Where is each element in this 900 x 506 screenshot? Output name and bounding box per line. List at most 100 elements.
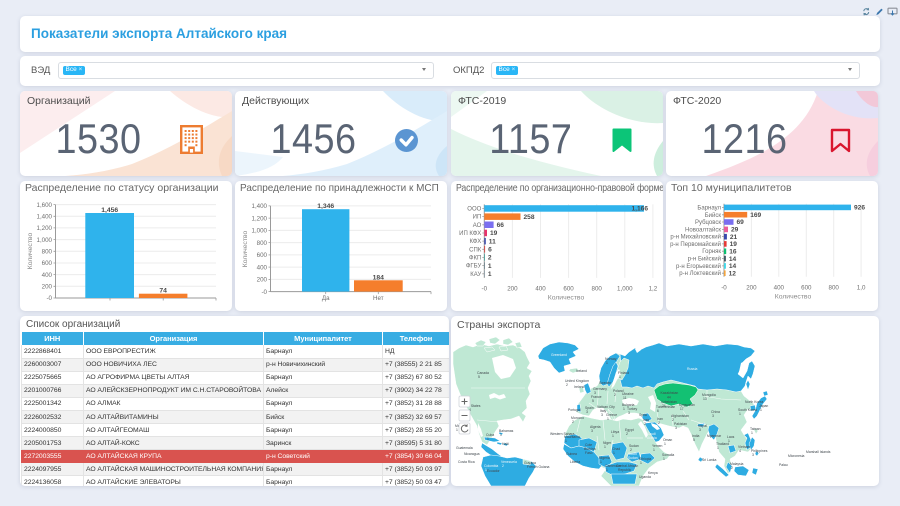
svg-text:14: 14 [729,263,737,270]
svg-text:5: 5 [693,438,695,442]
svg-text:Новоалтайск: Новоалтайск [685,226,721,233]
svg-text:Sri Lanka: Sri Lanka [702,458,716,462]
svg-text:200: 200 [42,284,53,291]
svg-text:6: 6 [488,247,492,254]
svg-text:Syria: Syria [639,413,647,417]
svg-text:Количество: Количество [242,231,249,268]
svg-text:1: 1 [612,434,614,438]
svg-text:ФКП: ФКП [469,255,481,261]
svg-text:р-н Михайловский: р-н Михайловский [670,234,721,241]
svg-text:Republic: Republic [618,468,631,472]
svg-text:800: 800 [257,240,268,247]
svg-text:1,000: 1,000 [617,285,633,292]
svg-text:1,2: 1,2 [649,285,658,292]
svg-text:Faso: Faso [585,451,593,455]
svg-text:1,400: 1,400 [252,203,268,210]
svg-text:12: 12 [729,270,737,277]
svg-text:3: 3 [699,428,701,432]
svg-text:1: 1 [607,417,609,421]
svg-text:-0: -0 [46,295,52,302]
svg-text:1: 1 [739,412,741,416]
svg-text:р-н Локтевский: р-н Локтевский [679,270,721,277]
svg-text:2: 2 [644,422,646,426]
svg-text:-0: -0 [261,289,267,296]
svg-text:1: 1 [760,408,762,412]
svg-text:Ireland: Ireland [574,385,584,389]
svg-text:400: 400 [774,284,785,291]
svg-text:17: 17 [680,407,684,411]
svg-text:1: 1 [565,439,567,443]
svg-text:3: 3 [712,414,714,418]
svg-text:2: 2 [566,383,568,387]
svg-text:Arabia: Arabia [647,436,657,440]
svg-text:5: 5 [592,399,594,403]
svg-text:Нет: Нет [373,295,384,302]
svg-text:1,456: 1,456 [101,207,118,214]
svg-text:800: 800 [592,285,603,292]
svg-text:1: 1 [456,428,458,432]
svg-text:400: 400 [257,264,268,271]
svg-text:1: 1 [663,457,665,461]
svg-text:2: 2 [502,464,504,468]
svg-text:1,166: 1,166 [631,206,648,213]
svg-text:Guatemala: Guatemala [456,446,473,450]
svg-text:Рубцовск: Рубцовск [695,220,721,226]
svg-text:200: 200 [746,284,757,291]
svg-text:1: 1 [751,431,753,435]
svg-text:2: 2 [626,432,628,436]
svg-text:4: 4 [739,449,741,453]
svg-text:АО: АО [473,223,482,229]
svg-text:2: 2 [572,420,574,424]
svg-text:р-н Первомайский: р-н Первомайский [670,241,721,248]
svg-text:21: 21 [730,234,738,241]
svg-text:Количество: Количество [27,233,34,270]
svg-text:29: 29 [731,227,739,234]
svg-text:Iceland: Iceland [576,369,587,373]
svg-text:Nicaragua: Nicaragua [464,452,480,456]
svg-text:600: 600 [257,252,268,259]
svg-text:Да: Да [322,295,330,302]
svg-text:800: 800 [42,249,53,256]
svg-text:ООО: ООО [467,207,481,213]
svg-text:р-н Егорьевский: р-н Егорьевский [676,263,721,270]
svg-text:1,600: 1,600 [37,202,53,209]
svg-text:Micronesia: Micronesia [788,454,805,458]
svg-text:Liberia: Liberia [570,460,580,464]
svg-text:Turkmenistan: Turkmenistan [656,405,675,409]
svg-text:3: 3 [591,429,593,433]
svg-text:1: 1 [487,437,489,441]
svg-text:1: 1 [619,375,621,379]
svg-text:19: 19 [730,241,738,248]
svg-text:French Guiana: French Guiana [527,465,550,469]
svg-text:Russia: Russia [687,367,697,371]
svg-text:1,200: 1,200 [37,225,53,232]
svg-text:1,000: 1,000 [37,237,53,244]
svg-text:1: 1 [604,445,606,449]
svg-text:1: 1 [728,439,730,443]
svg-text:1,000: 1,000 [252,228,268,235]
svg-text:Sweden: Sweden [599,381,611,385]
svg-text:14: 14 [729,256,737,263]
svg-text:Количество: Количество [775,293,812,300]
svg-text:400: 400 [42,272,53,279]
svg-text:11: 11 [489,238,496,245]
svg-text:800: 800 [829,284,840,291]
svg-text:Palau: Palau [779,463,788,467]
svg-text:1: 1 [717,446,719,450]
svg-text:Бийск: Бийск [705,212,722,219]
svg-text:13: 13 [703,397,707,401]
svg-text:1: 1 [488,271,492,278]
svg-text:1: 1 [600,460,602,464]
svg-text:19: 19 [490,230,498,237]
svg-text:Барнаул: Барнаул [697,205,721,211]
svg-text:44: 44 [667,396,671,400]
svg-text:1,346: 1,346 [317,203,334,210]
svg-text:Myanmar: Myanmar [707,434,722,438]
svg-text:Haiti: Haiti [502,442,509,446]
svg-text:3: 3 [601,413,603,417]
svg-text:184: 184 [373,274,385,281]
svg-text:Portugal: Portugal [568,408,581,412]
svg-text:69: 69 [737,219,745,226]
svg-text:Costa Rica: Costa Rica [458,460,475,464]
svg-text:1,200: 1,200 [252,215,268,222]
